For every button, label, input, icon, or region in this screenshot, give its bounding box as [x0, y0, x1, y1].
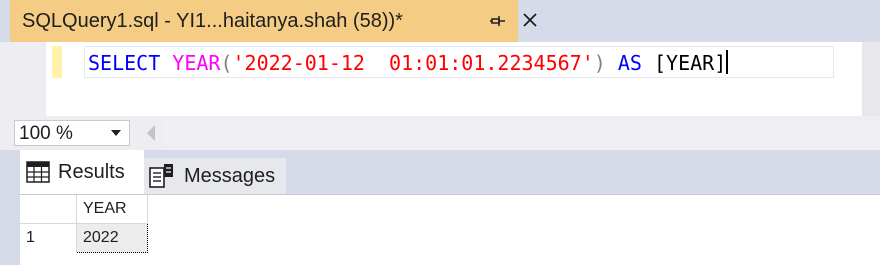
zoom-dropdown[interactable]: 100 % — [14, 120, 130, 146]
messages-icon — [149, 164, 173, 188]
zoom-value: 100 % — [19, 123, 73, 144]
table-row: 1 2022 — [20, 223, 148, 253]
cell-year[interactable]: 2022 — [76, 223, 148, 253]
document-tab[interactable]: SQLQuery1.sql - YI1...haitanya.shah (58)… — [10, 0, 537, 42]
horizontal-scrollbar[interactable] — [162, 120, 880, 146]
document-tab-bar: SQLQuery1.sql - YI1...haitanya.shah (58)… — [0, 0, 880, 42]
scroll-left-icon[interactable] — [146, 125, 156, 141]
pin-icon[interactable] — [489, 12, 507, 30]
column-header-year[interactable]: YEAR — [76, 195, 148, 224]
change-tracking-marker — [52, 46, 62, 78]
document-tab-title: SQLQuery1.sql - YI1...haitanya.shah (58)… — [22, 9, 403, 32]
close-icon[interactable] — [522, 12, 538, 28]
grid-corner[interactable] — [20, 195, 77, 224]
tab-results[interactable]: Results — [20, 150, 144, 194]
editor-vertical-scrollbar[interactable] — [862, 42, 880, 116]
results-tab-strip: Results Messages — [0, 150, 880, 194]
query-editor[interactable]: SELECT YEAR('2022-01-12 01:01:01.2234567… — [0, 42, 880, 116]
zoom-bar: 100 % — [0, 116, 880, 150]
tab-results-label: Results — [58, 160, 125, 183]
tab-messages-label: Messages — [184, 164, 276, 187]
editor-gutter — [0, 42, 46, 116]
current-line-highlight — [84, 46, 834, 78]
results-table: YEAR 1 2022 — [20, 195, 148, 253]
results-grid: YEAR 1 2022 — [20, 194, 880, 265]
code-line[interactable]: SELECT YEAR('2022-01-12 01:01:01.2234567… — [84, 46, 868, 80]
header-row: YEAR — [20, 195, 148, 224]
row-number[interactable]: 1 — [20, 223, 77, 253]
tab-messages[interactable]: Messages — [144, 158, 286, 194]
chevron-down-icon[interactable] — [111, 130, 121, 137]
grid-icon — [26, 161, 50, 183]
